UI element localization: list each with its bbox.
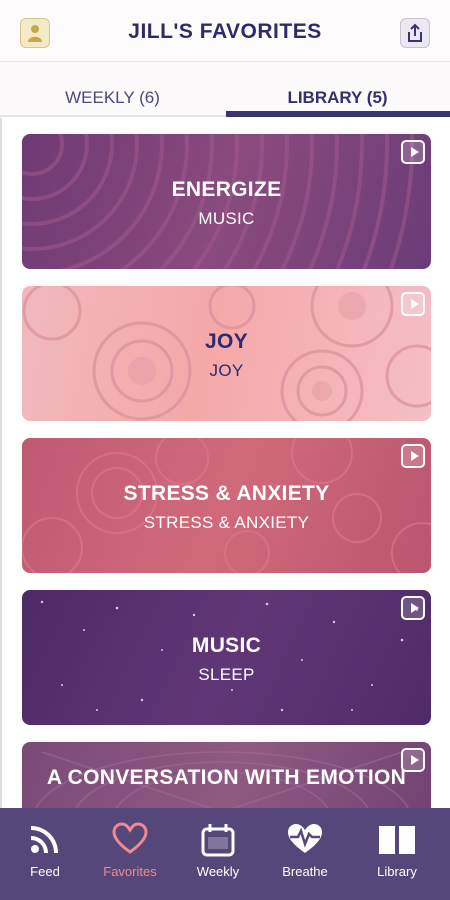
nav-weekly[interactable]: Weekly (173, 808, 263, 900)
nav-label: Breathe (282, 864, 328, 879)
card-title: MUSIC (191, 634, 262, 657)
card-title: A CONVERSATION WITH EMOTION (46, 766, 407, 789)
nav-library[interactable]: Library (352, 808, 442, 900)
card-subtitle: STRESS & ANXIETY (143, 513, 310, 532)
share-button[interactable] (400, 18, 430, 48)
heart-icon (112, 822, 148, 854)
nav-breathe[interactable]: Breathe (260, 808, 350, 900)
feed-icon (30, 826, 58, 854)
active-tab-indicator (226, 111, 450, 117)
card-subtitle: MUSIC (198, 209, 255, 228)
tab-weekly[interactable]: WEEKLY (6) (0, 88, 225, 108)
card-subtitle: JOY (209, 361, 244, 380)
favorite-card-conversation-with-emotion[interactable]: A CONVERSATION WITH EMOTION (22, 742, 431, 808)
nav-label: Feed (30, 864, 60, 879)
card-subtitle: SLEEP (198, 665, 255, 684)
favorite-card-stress-anxiety[interactable]: STRESS & ANXIETY STRESS & ANXIETY (22, 438, 431, 573)
play-icon[interactable] (401, 596, 425, 620)
nav-label: Weekly (196, 864, 240, 879)
play-icon[interactable] (401, 292, 425, 316)
nav-feed[interactable]: Feed (0, 808, 90, 900)
bottom-navigation: Feed Favorites Weekly Breathe Library (0, 808, 450, 900)
header: JILL'S FAVORITES (0, 0, 450, 62)
favorites-list[interactable]: ENERGIZE MUSIC JOY JOY STRESS & ANXIETY … (0, 118, 450, 808)
card-title: ENERGIZE (171, 178, 282, 201)
play-icon[interactable] (401, 140, 425, 164)
card-title: STRESS & ANXIETY (123, 482, 330, 505)
favorite-card-music-sleep[interactable]: MUSIC SLEEP (22, 590, 431, 725)
divider (0, 118, 2, 808)
share-icon (408, 23, 422, 42)
page-title: JILL'S FAVORITES (128, 20, 322, 43)
nav-favorites[interactable]: Favorites (85, 808, 175, 900)
tab-bar: WEEKLY (6) LIBRARY (5) (0, 62, 450, 118)
favorite-card-joy[interactable]: JOY JOY (22, 286, 431, 421)
card-title: JOY (205, 330, 248, 353)
nav-label: Library (377, 864, 417, 879)
nav-label: Favorites (103, 864, 157, 879)
book-icon (379, 824, 415, 856)
tab-library[interactable]: LIBRARY (5) (225, 88, 450, 108)
calendar-icon (201, 824, 235, 857)
play-icon[interactable] (401, 444, 425, 468)
favorite-card-energize[interactable]: ENERGIZE MUSIC (22, 134, 431, 269)
heartbeat-icon (288, 824, 322, 853)
